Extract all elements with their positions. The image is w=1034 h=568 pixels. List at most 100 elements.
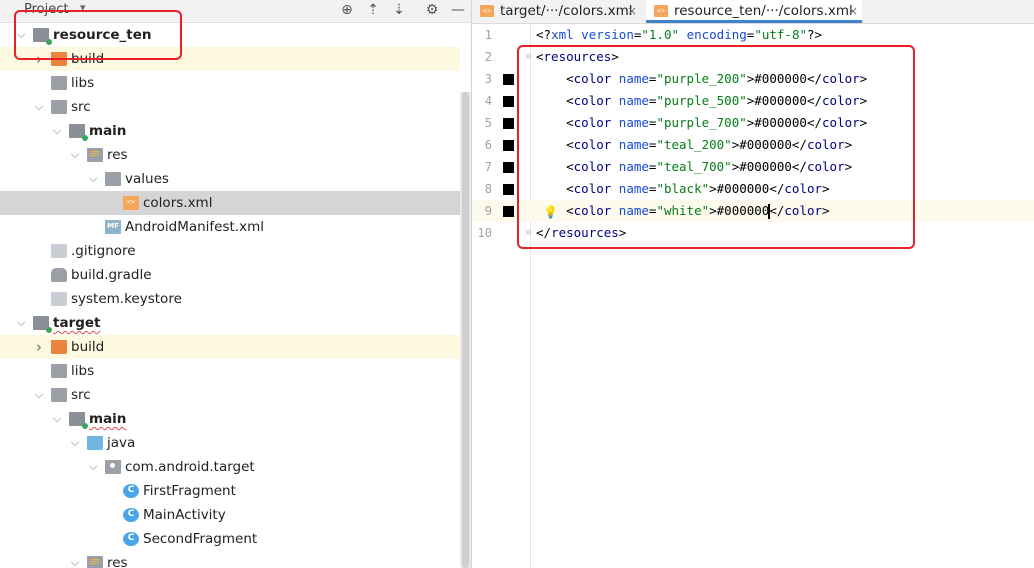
hide-panel-icon[interactable]: — xyxy=(449,1,467,19)
tree-row[interactable]: C MainActivity xyxy=(0,503,460,527)
tree-row[interactable]: › build xyxy=(0,47,460,71)
tree-item-label: AndroidManifest.xml xyxy=(125,219,264,235)
code-token: > xyxy=(844,137,853,152)
code-line[interactable]: 5 <color name="purple_700">#000000</colo… xyxy=(472,112,1034,134)
code-line[interactable]: 2 ⊖ <resources> xyxy=(472,46,1034,68)
code-token: > xyxy=(822,203,830,218)
tree-row[interactable]: <> colors.xml xyxy=(0,191,460,215)
chevron-down-icon[interactable]: ⌵ xyxy=(50,407,64,431)
code-token: < xyxy=(536,115,574,130)
chevron-right-icon[interactable]: › xyxy=(32,47,46,71)
tree-row[interactable]: C SecondFragment xyxy=(0,527,460,551)
line-number: 9 xyxy=(484,204,492,218)
tree-row[interactable]: ⌵ res xyxy=(0,551,460,568)
tree-row[interactable]: MF AndroidManifest.xml xyxy=(0,215,460,239)
code-line[interactable]: 7 <color name="teal_700">#000000</color> xyxy=(472,156,1034,178)
file-icon xyxy=(51,292,67,306)
gradle-icon xyxy=(51,268,67,282)
code-token: > xyxy=(844,159,853,174)
fold-icon[interactable]: ⊖ xyxy=(526,46,531,68)
code-token: xml version xyxy=(551,27,634,42)
tree-row[interactable]: › build xyxy=(0,335,460,359)
tree-row[interactable]: libs xyxy=(0,71,460,95)
tree-row[interactable]: C FirstFragment xyxy=(0,479,460,503)
locate-icon[interactable]: ⊕ xyxy=(338,1,356,19)
text-cursor xyxy=(768,204,770,219)
tree-item-label: com.android.target xyxy=(125,459,255,475)
class-icon: C xyxy=(123,532,139,546)
tree-row[interactable]: ⌵ src xyxy=(0,95,460,119)
chevron-down-icon[interactable]: ⌵ xyxy=(86,167,100,191)
chevron-down-icon[interactable]: ⌵ xyxy=(50,119,64,143)
chevron-down-icon[interactable]: ⌵ xyxy=(68,431,82,455)
folder-gray-icon xyxy=(105,172,121,186)
chevron-right-icon[interactable]: › xyxy=(32,335,46,359)
code-line[interactable]: 4 <color name="purple_500">#000000</colo… xyxy=(472,90,1034,112)
code-line[interactable]: 10 ⊖ </resources> xyxy=(472,222,1034,244)
collapse-all-icon[interactable]: ⇣ xyxy=(390,1,408,19)
code-token: >#000000</ xyxy=(731,137,807,152)
tree-item-label: SecondFragment xyxy=(143,531,258,547)
fold-icon[interactable]: ⊖ xyxy=(526,222,531,244)
chevron-down-icon[interactable]: ⌵ xyxy=(32,95,46,119)
line-number: 6 xyxy=(484,138,492,152)
code-token: "purple_500" xyxy=(656,93,747,108)
chevron-down-icon[interactable]: ⌵ xyxy=(68,143,82,167)
code-line[interactable]: 9 💡 <color name="white">#000000</color> xyxy=(472,200,1034,222)
chevron-down-icon[interactable]: ▾ xyxy=(80,1,86,14)
tree-row[interactable]: ⌵ values xyxy=(0,167,460,191)
code-line[interactable]: 8 <color name="black">#000000</color> xyxy=(472,178,1034,200)
settings-gear-icon[interactable]: ⚙ xyxy=(423,1,441,19)
tree-row[interactable]: libs xyxy=(0,359,460,383)
tab-label: resource_ten/···/colors.xml xyxy=(674,3,853,19)
code-line[interactable]: 3 <color name="purple_200">#000000</colo… xyxy=(472,68,1034,90)
tree-row[interactable]: ⌵ target xyxy=(0,311,460,335)
xml-icon: <> xyxy=(123,196,139,210)
color-swatch-icon[interactable] xyxy=(503,184,514,195)
close-icon[interactable]: × xyxy=(848,0,858,23)
chevron-down-icon[interactable]: ⌵ xyxy=(68,551,82,568)
line-number: 5 xyxy=(484,116,492,130)
color-swatch-icon[interactable] xyxy=(503,140,514,151)
color-swatch-icon[interactable] xyxy=(503,74,514,85)
tree-row[interactable]: system.keystore xyxy=(0,287,460,311)
color-swatch-icon[interactable] xyxy=(503,206,514,217)
color-swatch-icon[interactable] xyxy=(503,162,514,173)
close-icon[interactable]: × xyxy=(627,0,637,23)
tree-row[interactable]: .gitignore xyxy=(0,239,460,263)
code-token: name xyxy=(618,137,649,152)
tree-row[interactable]: ⌵ com.android.target xyxy=(0,455,460,479)
code-token: </ xyxy=(536,225,552,240)
module-icon xyxy=(69,124,88,141)
color-swatch-icon[interactable] xyxy=(503,118,514,129)
chevron-down-icon[interactable]: ⌵ xyxy=(32,383,46,407)
chevron-down-icon[interactable]: ⌵ xyxy=(86,455,100,479)
tree-row[interactable]: ⌵ resource_ten xyxy=(0,23,460,47)
tree-row[interactable]: ⌵ main xyxy=(0,119,460,143)
code-token: name xyxy=(618,71,649,86)
tab-target-colors[interactable]: <> target/···/colors.xml × xyxy=(472,0,640,23)
tree-row[interactable]: ⌵ java xyxy=(0,431,460,455)
tree-row[interactable]: ⌵ res xyxy=(0,143,460,167)
chevron-down-icon[interactable]: ⌵ xyxy=(14,311,28,335)
tab-label: target/···/colors.xml xyxy=(500,3,633,19)
tree-row[interactable]: build.gradle xyxy=(0,263,460,287)
tree-item-label: res xyxy=(107,147,128,163)
tab-resource-ten-colors[interactable]: <> resource_ten/···/colors.xml × xyxy=(646,0,862,23)
code-line[interactable]: 1 <?xml version="1.0" encoding="utf-8"?> xyxy=(472,24,1034,46)
folder-gray-icon xyxy=(51,388,67,402)
scrollbar-thumb[interactable] xyxy=(462,92,469,568)
class-icon: C xyxy=(123,484,139,498)
code-line[interactable]: 6 <color name="teal_200">#000000</color> xyxy=(472,134,1034,156)
expand-all-icon[interactable]: ⇡ xyxy=(364,1,382,19)
code-token: name xyxy=(618,115,649,130)
tree-scrollbar[interactable] xyxy=(460,92,471,568)
tree-row[interactable]: ⌵ src xyxy=(0,383,460,407)
line-number: 7 xyxy=(484,160,492,174)
code-text: <?xml version="1.0" encoding="utf-8"?> xyxy=(536,24,822,46)
tree-row[interactable]: ⌵ main xyxy=(0,407,460,431)
chevron-down-icon[interactable]: ⌵ xyxy=(14,23,28,47)
color-swatch-icon[interactable] xyxy=(503,96,514,107)
project-view-title[interactable]: Project xyxy=(24,2,68,17)
